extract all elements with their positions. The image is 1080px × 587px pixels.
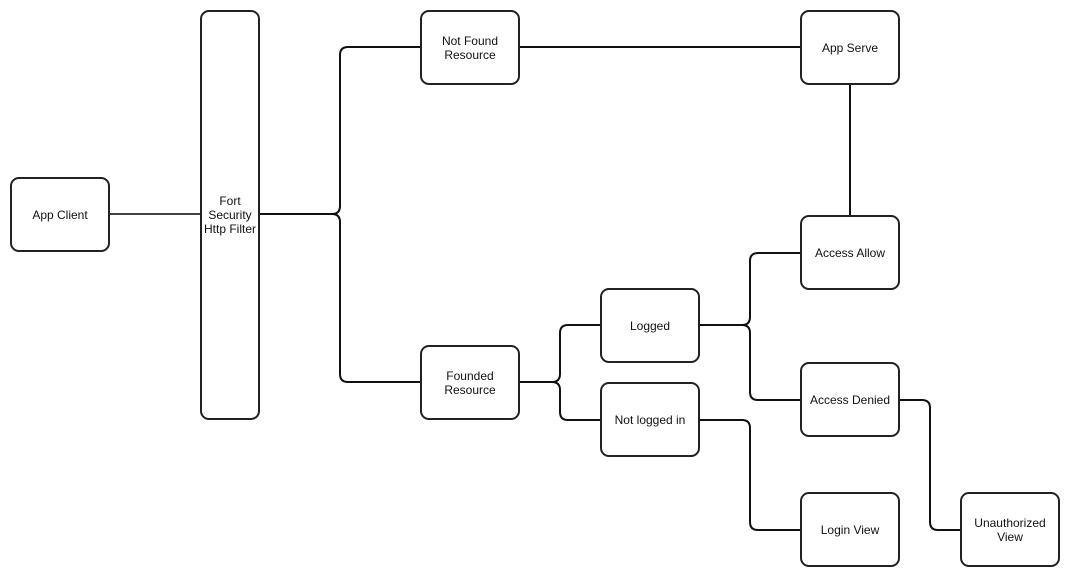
edge-filter-notfound	[260, 46, 420, 215]
node-not-logged-in: Not logged in	[600, 382, 700, 457]
node-not-found-resource: Not Found Resource	[420, 10, 520, 85]
node-access-allow: Access Allow	[800, 215, 900, 290]
node-unauthorized-view: Unauthorized View	[960, 492, 1060, 567]
node-logged: Logged	[600, 288, 700, 363]
node-app-serve: App Serve	[800, 10, 900, 85]
edge-filter-founded	[260, 213, 420, 383]
edge-accessdenied-unauthorized	[900, 399, 960, 531]
edge-logged-accessdenied	[700, 324, 800, 401]
node-founded-resource: Founded Resource	[420, 345, 520, 420]
node-access-denied: Access Denied	[800, 362, 900, 437]
edge-founded-logged	[520, 324, 600, 383]
edge-notlogged-loginview	[700, 419, 800, 531]
node-login-view: Login View	[800, 492, 900, 567]
edge-founded-notlogged	[520, 381, 600, 421]
node-app-client: App Client	[10, 177, 110, 252]
node-fort-security-filter: Fort Security Http Filter	[200, 10, 260, 420]
edge-logged-accessallow	[700, 252, 800, 326]
edges-layer	[110, 46, 960, 531]
